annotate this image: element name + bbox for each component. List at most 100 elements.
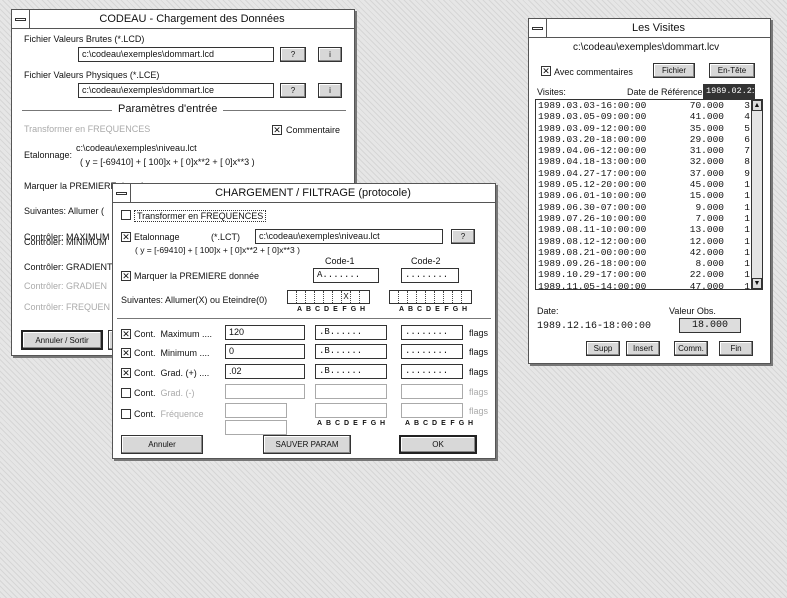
visit-date: 1989.08.12-12:00:00 xyxy=(538,235,647,247)
cont-freq-checkbox[interactable] xyxy=(121,409,131,419)
visit-extra: 1 xyxy=(744,212,750,224)
gradminus-value-field[interactable] xyxy=(225,384,305,399)
grad-label: Grad. (+) xyxy=(160,368,197,378)
suivantes-code2-cells[interactable] xyxy=(389,290,472,304)
code1-letters: ABCDEFGH xyxy=(296,306,366,313)
valeur-field[interactable]: 18.000 xyxy=(679,318,741,333)
brutes-help-button[interactable]: ? xyxy=(280,47,306,62)
grad-code2-field[interactable]: ........ xyxy=(401,364,463,379)
etalonnage-help-button[interactable]: ? xyxy=(451,229,475,244)
visit-row[interactable]: 1989.08.11-10:00:00 13.000 1 xyxy=(536,224,762,235)
visit-row[interactable]: 1989.04.06-12:00:00 31.000 7 xyxy=(536,145,762,156)
insert-button[interactable]: Insert xyxy=(626,341,660,356)
dateref-field[interactable]: 1989.02.21 xyxy=(703,84,755,99)
freq-value-field[interactable] xyxy=(225,403,287,418)
visit-row[interactable]: 1989.03.09-12:00:00 35.000 5 xyxy=(536,123,762,134)
physiques-label: Fichier Valeurs Physiques (*.LCE) xyxy=(24,70,160,80)
grad-value-field[interactable]: .02 xyxy=(225,364,305,379)
physiques-help-button[interactable]: ? xyxy=(280,83,306,98)
visit-date: 1989.08.11-10:00:00 xyxy=(538,224,647,236)
visit-row[interactable]: 1989.03.05-09:00:00 41.000 4 xyxy=(536,111,762,122)
visit-row[interactable]: 1989.08.21-00:00:00 42.000 1 xyxy=(536,247,762,258)
gradminus-code2-field[interactable] xyxy=(401,384,463,399)
codeau-title: CODEAU - Chargement des Données xyxy=(99,13,285,25)
visit-row[interactable]: 1989.04.18-13:00:00 32.000 8 xyxy=(536,156,762,167)
comm-button[interactable]: Comm. xyxy=(674,341,708,356)
physiques-field[interactable]: c:\codeau\exemples\dommart.lce xyxy=(78,83,274,98)
freq-code2-field[interactable] xyxy=(401,403,463,418)
visit-row[interactable]: 1989.08.12-12:00:00 12.000 1 xyxy=(536,236,762,247)
visit-row[interactable]: 1989.04.27-17:00:00 37.000 9 xyxy=(536,168,762,179)
commentaire-checkbox[interactable]: ✕ xyxy=(272,125,282,135)
gradminus-flags-label: flags xyxy=(469,387,489,397)
visit-row[interactable]: 1989.06.01-10:00:00 15.000 1 xyxy=(536,190,762,201)
min-value-field[interactable]: 0 xyxy=(225,344,305,359)
visit-row[interactable]: 1989.11.05-14:00:00 47.000 1 xyxy=(536,281,762,289)
gradminus-code1-field[interactable] xyxy=(315,384,387,399)
cont-label: Cont. xyxy=(134,329,156,339)
cont-grad-checkbox[interactable]: ✕ xyxy=(121,368,131,378)
scroll-down-icon[interactable]: ▼ xyxy=(752,278,762,289)
visit-row[interactable]: 1989.10.29-17:00:00 22.000 1 xyxy=(536,269,762,280)
code2-field[interactable]: ........ xyxy=(401,268,459,283)
visit-date: 1989.03.05-09:00:00 xyxy=(538,111,647,123)
system-menu-icon[interactable] xyxy=(12,10,30,28)
transformer-checkbox[interactable] xyxy=(121,210,131,220)
ok-button[interactable]: OK xyxy=(399,435,477,454)
sauver-param-button[interactable]: SAUVER PARAM xyxy=(263,435,351,454)
min-code2-field[interactable]: ........ xyxy=(401,344,463,359)
grad-code1-field[interactable]: .B...... xyxy=(315,364,387,379)
avec-commentaires-checkbox[interactable]: ✕ xyxy=(541,66,551,76)
marquer-checkbox[interactable]: ✕ xyxy=(121,271,131,281)
visit-row[interactable]: 1989.03.20-18:00:00 29.000 6 xyxy=(536,134,762,145)
brutes-field[interactable]: c:\codeau\exemples\dommart.lcd xyxy=(78,47,274,62)
cont-min-label: Cont. Minimum .... xyxy=(134,348,210,358)
visit-date: 1989.04.06-12:00:00 xyxy=(538,145,647,157)
freq-value2-field[interactable] xyxy=(225,420,287,435)
visit-row[interactable]: 1989.03.03-16:00:00 70.000 3 xyxy=(536,100,762,111)
fichier-button[interactable]: Fichier xyxy=(653,63,695,78)
visit-value: 42.000 xyxy=(689,246,724,258)
entete-button[interactable]: En-Tête xyxy=(709,63,755,78)
visites-file: c:\codeau\exemples\dommart.lcv xyxy=(573,42,720,53)
dialog-separator xyxy=(117,318,491,319)
suivantes-code1-cells[interactable]: X xyxy=(287,290,370,304)
system-menu-icon[interactable] xyxy=(529,19,547,37)
cont-min-checkbox[interactable]: ✕ xyxy=(121,348,131,358)
etalonnage-ext: (*.LCT) xyxy=(211,232,240,242)
system-menu-icon[interactable] xyxy=(113,184,131,202)
scroll-up-icon[interactable]: ▲ xyxy=(752,100,762,111)
min-code1-field[interactable]: .B...... xyxy=(315,344,387,359)
annuler-sortir-button[interactable]: Annuler / Sortir xyxy=(21,330,103,350)
cont-gradminus-checkbox[interactable] xyxy=(121,388,131,398)
max-code2-field[interactable]: ........ xyxy=(401,325,463,340)
annuler-button[interactable]: Annuler xyxy=(121,435,203,454)
physiques-info-button[interactable]: i xyxy=(318,83,342,98)
visit-value: 12.000 xyxy=(689,235,724,247)
visites-list[interactable]: 1989.03.03-16:00:00 70.000 3 1989.03.05-09:… xyxy=(535,99,763,290)
cont-gradminus-label: Cont. Grad. (-) xyxy=(134,388,195,398)
fin-button[interactable]: Fin xyxy=(719,341,753,356)
visites-scrollbar[interactable]: ▲ ▼ xyxy=(751,100,762,289)
cont-label: Cont. xyxy=(134,388,156,398)
freq-code2-letters: ABCDEFGH xyxy=(404,420,474,427)
visit-value: 7.000 xyxy=(695,212,724,224)
etalonnage-checkbox[interactable]: ✕ xyxy=(121,232,131,242)
freq-code1-field[interactable] xyxy=(315,403,387,418)
maximum-label: Maximum xyxy=(160,329,200,339)
cont-max-checkbox[interactable]: ✕ xyxy=(121,329,131,339)
brutes-info-button[interactable]: i xyxy=(318,47,342,62)
max-value-field[interactable]: 120 xyxy=(225,325,305,340)
visit-row[interactable]: 1989.06.30-07:00:00 9.000 1 xyxy=(536,202,762,213)
supp-button[interactable]: Supp xyxy=(586,341,620,356)
max-code1-field[interactable]: .B...... xyxy=(315,325,387,340)
etalonnage-file-field[interactable]: c:\codeau\exemples\niveau.lct xyxy=(255,229,443,244)
visit-extra: 1 xyxy=(744,190,750,202)
transformer-label: Transformer en FREQUENCES xyxy=(24,124,151,134)
code1-field[interactable]: A....... xyxy=(313,268,379,283)
visit-row[interactable]: 1989.05.12-20:00:00 45.000 1 xyxy=(536,179,762,190)
visit-row[interactable]: 1989.07.26-10:00:00 7.000 1 xyxy=(536,213,762,224)
visites-label: Visites: xyxy=(537,87,566,97)
visit-date: 1989.03.03-16:00:00 xyxy=(538,100,647,111)
visit-row[interactable]: 1989.09.26-18:00:00 8.000 1 xyxy=(536,258,762,269)
